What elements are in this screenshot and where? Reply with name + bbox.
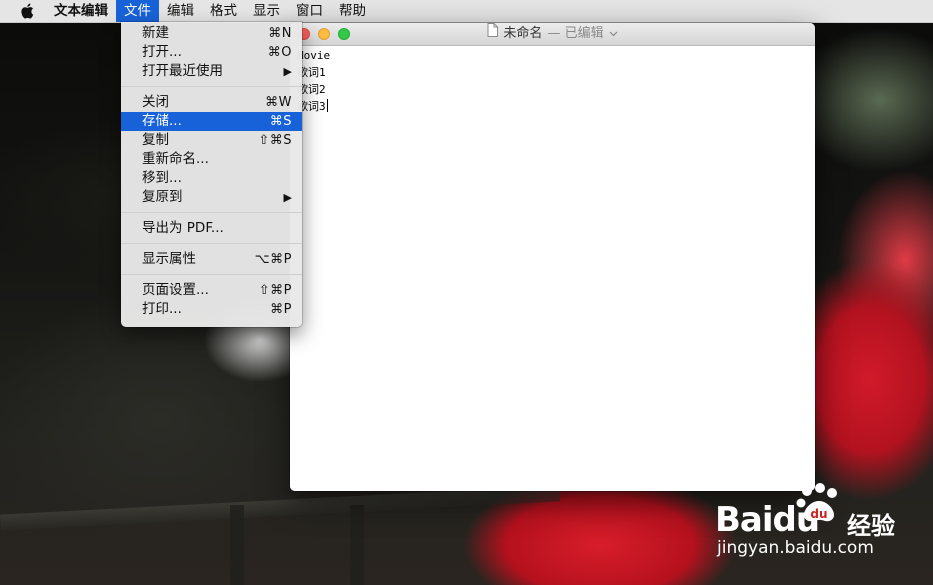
menu-item-page-setup[interactable]: 页面设置... ⇧⌘P bbox=[121, 281, 302, 300]
window-titlebar[interactable]: 未命名 — 已编辑 bbox=[290, 23, 815, 46]
menu-separator bbox=[121, 243, 302, 244]
menu-item-revert-to[interactable]: 复原到 ▶ bbox=[121, 188, 302, 207]
menubar-help[interactable]: 帮助 bbox=[331, 0, 374, 22]
text-caret bbox=[326, 99, 328, 112]
menu-item-label: 存储... bbox=[142, 113, 182, 129]
menubar-app-name[interactable]: 文本编辑 bbox=[46, 0, 116, 22]
menu-item-shortcut: ⇧⌘S bbox=[258, 133, 292, 148]
menu-item-close[interactable]: 关闭 ⌘W bbox=[121, 93, 302, 112]
wallpaper-post bbox=[230, 505, 244, 585]
apple-menu-icon[interactable] bbox=[18, 2, 36, 20]
window-title: 未命名 — 已编辑 bbox=[290, 23, 815, 45]
menu-item-label: 重新命名... bbox=[142, 151, 209, 167]
menu-item-show-properties[interactable]: 显示属性 ⌥⌘P bbox=[121, 250, 302, 269]
menu-item-duplicate[interactable]: 复制 ⇧⌘S bbox=[121, 131, 302, 150]
edited-status[interactable]: — 已编辑 bbox=[547, 23, 603, 45]
menu-item-shortcut: ⌘W bbox=[265, 95, 292, 110]
menu-item-rename[interactable]: 重新命名... bbox=[121, 150, 302, 169]
watermark-url: jingyan.baidu.com bbox=[717, 538, 874, 558]
menu-item-label: 导出为 PDF... bbox=[142, 220, 224, 236]
menu-item-label: 打开最近使用 bbox=[142, 63, 223, 79]
chevron-down-icon[interactable] bbox=[609, 23, 618, 45]
document-text-area[interactable]: Movie 歌词1 歌词2 歌词3 bbox=[290, 46, 815, 491]
menubar-window[interactable]: 窗口 bbox=[288, 0, 331, 22]
menu-separator bbox=[121, 86, 302, 87]
document-line: Movie bbox=[297, 49, 331, 62]
menubar-format[interactable]: 格式 bbox=[202, 0, 245, 22]
watermark-jingyan: 经验 bbox=[847, 512, 895, 540]
menubar-file[interactable]: 文件 bbox=[116, 0, 159, 22]
menu-bar: 文本编辑 文件 编辑 格式 显示 窗口 帮助 bbox=[0, 0, 933, 23]
window-title-text: 未命名 bbox=[503, 26, 543, 41]
menu-item-move-to[interactable]: 移到... bbox=[121, 169, 302, 188]
menu-item-shortcut: ⌘S bbox=[269, 114, 292, 129]
menu-item-label: 关闭 bbox=[142, 94, 169, 110]
menu-item-shortcut: ⌥⌘P bbox=[254, 252, 292, 267]
wallpaper-post bbox=[350, 505, 364, 585]
paw-icon: du bbox=[793, 482, 843, 536]
menu-item-save[interactable]: 存储... ⌘S bbox=[121, 112, 302, 131]
submenu-arrow-icon: ▶ bbox=[283, 65, 292, 78]
menu-item-shortcut: ⌘P bbox=[270, 302, 292, 317]
menu-item-label: 移到... bbox=[142, 170, 182, 186]
menu-item-label: 复原到 bbox=[142, 189, 183, 205]
menu-item-label: 显示属性 bbox=[142, 251, 196, 267]
menubar-edit[interactable]: 编辑 bbox=[159, 0, 202, 22]
document-line: 歌词2 bbox=[297, 83, 326, 96]
svg-text:du: du bbox=[810, 507, 827, 521]
document-line-last: 歌词3 bbox=[297, 98, 815, 115]
menu-item-new[interactable]: 新建 ⌘N bbox=[121, 24, 302, 43]
file-menu-dropdown: 新建 ⌘N 打开... ⌘O 打开最近使用 ▶ 关闭 ⌘W 存储... ⌘S 复… bbox=[121, 22, 302, 327]
menu-item-label: 打开... bbox=[142, 44, 182, 60]
menu-item-shortcut: ⌘N bbox=[268, 26, 292, 41]
menubar-view[interactable]: 显示 bbox=[245, 0, 288, 22]
menu-item-open-recent[interactable]: 打开最近使用 ▶ bbox=[121, 62, 302, 81]
menu-separator bbox=[121, 274, 302, 275]
menu-item-export-pdf[interactable]: 导出为 PDF... bbox=[121, 219, 302, 238]
menu-item-open[interactable]: 打开... ⌘O bbox=[121, 43, 302, 62]
menu-item-label: 页面设置... bbox=[142, 282, 209, 298]
document-line: 歌词1 bbox=[297, 66, 326, 79]
submenu-arrow-icon: ▶ bbox=[283, 191, 292, 204]
textedit-window: 未命名 — 已编辑 Movie 歌词1 歌词2 歌词3 bbox=[290, 23, 815, 491]
menu-item-label: 打印... bbox=[142, 301, 182, 317]
menu-item-label: 新建 bbox=[142, 25, 169, 41]
document-icon bbox=[487, 23, 499, 45]
menu-item-shortcut: ⌘O bbox=[267, 45, 292, 60]
menu-separator bbox=[121, 212, 302, 213]
baidu-watermark: Baidu du 经验 jingyan.baidu.com bbox=[715, 480, 915, 565]
menu-item-label: 复制 bbox=[142, 132, 169, 148]
menu-item-shortcut: ⇧⌘P bbox=[258, 283, 292, 298]
menu-item-print[interactable]: 打印... ⌘P bbox=[121, 300, 302, 319]
